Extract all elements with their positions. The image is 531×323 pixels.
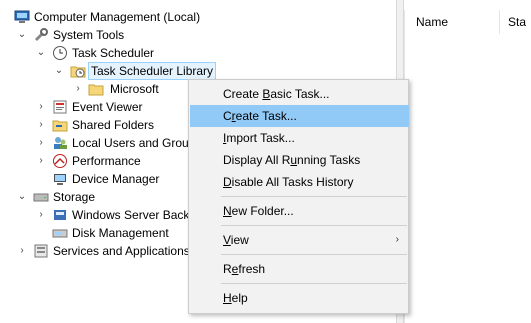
collapsed-caret-icon[interactable]: ›	[35, 116, 47, 134]
clock-icon	[52, 45, 68, 61]
expanded-caret-icon[interactable]: ⌄	[53, 62, 65, 80]
menu-item-disable-history[interactable]: Disable All Tasks History	[190, 171, 409, 193]
performance-icon	[52, 153, 68, 169]
tree-item-label: Computer Management (Local)	[34, 10, 201, 24]
backup-icon	[52, 207, 68, 223]
menu-separator	[221, 225, 407, 226]
collapsed-caret-icon[interactable]: ›	[35, 98, 47, 116]
collapsed-caret-icon[interactable]: ›	[72, 80, 84, 98]
tree-item-task-scheduler-library[interactable]: ⌄ Task Scheduler Library	[0, 62, 390, 80]
users-icon	[52, 135, 68, 151]
collapsed-caret-icon[interactable]: ›	[35, 152, 47, 170]
expanded-caret-icon[interactable]: ⌄	[16, 188, 28, 206]
tree-item-label: Task Scheduler	[72, 46, 155, 60]
menu-item-create-task[interactable]: Create Task...	[190, 105, 409, 127]
context-menu: Create Basic Task... Create Task... Impo…	[188, 79, 409, 314]
menu-item-new-folder[interactable]: New Folder...	[190, 200, 409, 222]
menu-separator	[221, 254, 407, 255]
folder-clock-icon	[70, 63, 86, 79]
column-header-label: Sta	[508, 15, 527, 29]
collapsed-caret-icon[interactable]: ›	[35, 206, 47, 224]
column-header-status[interactable]: Sta	[500, 10, 531, 34]
folder-icon	[88, 81, 104, 97]
menu-item-refresh[interactable]: Refresh	[190, 258, 409, 280]
storage-icon	[33, 189, 49, 205]
device-manager-icon	[52, 171, 68, 187]
tree-item-label: Performance	[72, 154, 141, 168]
menu-item-display-running-tasks[interactable]: Display All Running Tasks	[190, 149, 409, 171]
tree-item-label: Storage	[53, 190, 96, 204]
services-icon	[33, 243, 49, 259]
tree-item-label: Windows Server Backup	[72, 208, 203, 222]
menu-item-help[interactable]: Help	[190, 287, 409, 309]
results-list: Name Sta	[404, 0, 531, 323]
tree-item-label: Local Users and Groups	[72, 136, 202, 150]
column-header-label: Name	[416, 15, 449, 29]
tree-item-label: Shared Folders	[72, 118, 155, 132]
tree-item-label: System Tools	[53, 28, 125, 42]
tree-item-label: Device Manager	[72, 172, 160, 186]
tree-item-label: Disk Management	[72, 226, 169, 240]
collapsed-caret-icon[interactable]: ›	[35, 134, 47, 152]
tools-icon	[33, 27, 49, 43]
tree-item-task-scheduler[interactable]: ⌄ Task Scheduler	[0, 44, 390, 62]
menu-separator	[221, 196, 407, 197]
submenu-arrow-icon: ›	[395, 234, 399, 245]
tree-item-label: Task Scheduler Library	[88, 62, 217, 80]
tree-item-label: Services and Applications	[53, 244, 190, 258]
column-header-name[interactable]: Name	[408, 10, 500, 34]
shared-folders-icon	[52, 117, 68, 133]
menu-item-view[interactable]: View ›	[190, 229, 409, 251]
tree-item-computer-management[interactable]: Computer Management (Local)	[0, 8, 390, 26]
tree-item-label: Event Viewer	[72, 100, 143, 114]
menu-item-create-basic-task[interactable]: Create Basic Task...	[190, 83, 409, 105]
expanded-caret-icon[interactable]: ⌄	[35, 44, 47, 62]
computer-management-icon	[14, 9, 30, 25]
tree-item-system-tools[interactable]: ⌄ System Tools	[0, 26, 390, 44]
collapsed-caret-icon[interactable]: ›	[16, 242, 28, 260]
expanded-caret-icon[interactable]: ⌄	[16, 26, 28, 44]
tree-item-label: Microsoft	[110, 82, 159, 96]
menu-separator	[221, 283, 407, 284]
disk-icon	[52, 225, 68, 241]
menu-item-import-task[interactable]: Import Task...	[190, 127, 409, 149]
event-viewer-icon	[52, 99, 68, 115]
